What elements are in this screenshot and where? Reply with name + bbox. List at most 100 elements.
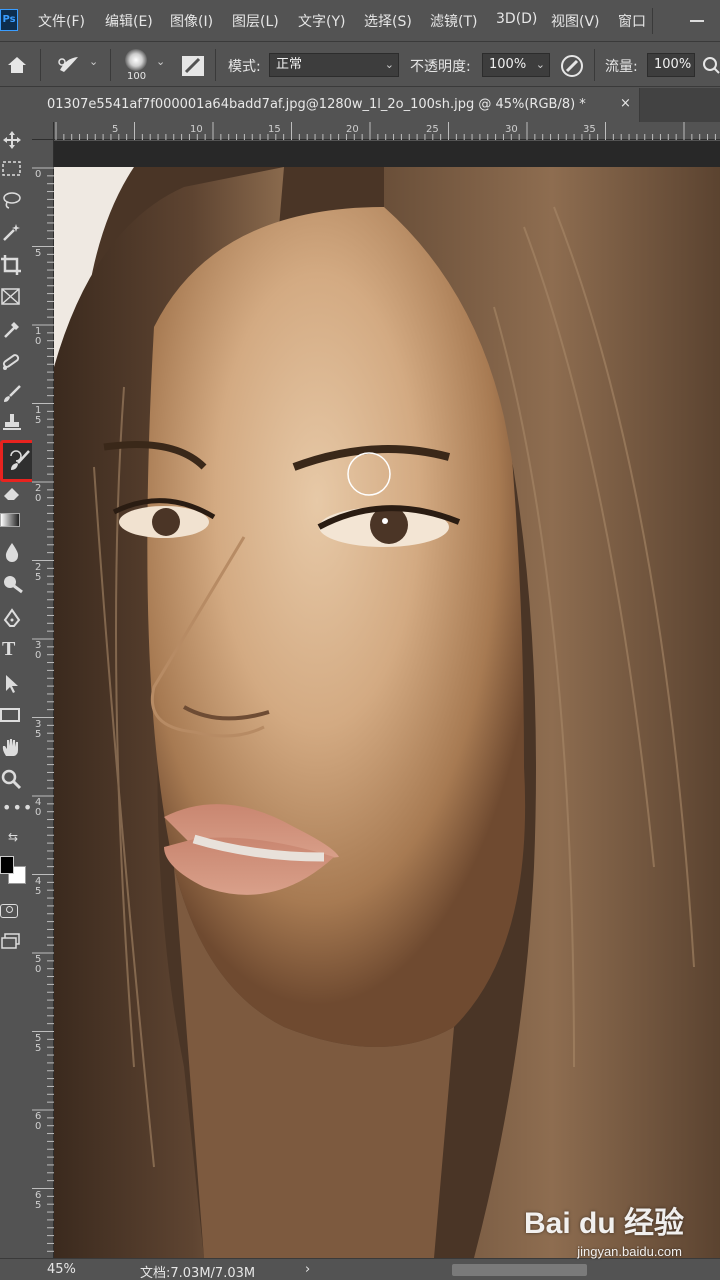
- menu-file[interactable]: 文件(F): [38, 11, 85, 31]
- opacity-value: 100%: [489, 57, 527, 72]
- status-bar: 45% 文档:7.03M/7.03M ›: [0, 1258, 720, 1280]
- ruler-horizontal-ticks: [55, 122, 716, 140]
- menu-3d[interactable]: 3D(D): [496, 11, 537, 27]
- photoshop-logo: Ps: [0, 9, 18, 31]
- ruler-left-label: 0: [35, 169, 42, 180]
- flow-input[interactable]: 100%: [647, 53, 695, 77]
- ruler-top-label: 30: [505, 124, 518, 135]
- brush-tip-icon[interactable]: [125, 49, 147, 71]
- ruler-left-label: 5 5: [35, 1032, 42, 1054]
- clone-stamp-tool-icon[interactable]: [2, 412, 22, 432]
- frame-tool-icon[interactable]: [0, 286, 22, 308]
- canvas-area[interactable]: [54, 141, 720, 1258]
- options-separator: [215, 49, 216, 81]
- options-separator: [110, 49, 111, 81]
- baidu-watermark-url: jingyan.baidu.com: [577, 1244, 682, 1259]
- menu-bar: Ps 文件(F) 编辑(E) 图像(I) 图层(L) 文字(Y) 选择(S) 滤…: [0, 0, 720, 42]
- ruler-vertical: 0 5 1 0 1 5 2 0 2 5 3 0 3 5 4 0 4 5 5 0 5 5 6 0 6 5: [32, 140, 54, 1258]
- history-brush-icon: [10, 450, 30, 470]
- blur-tool-icon[interactable]: [4, 542, 20, 562]
- ruler-left-label: 5: [35, 247, 42, 259]
- swap-colors-icon[interactable]: ⇆: [8, 830, 18, 844]
- ruler-left-label: 2 0: [35, 483, 42, 504]
- ruler-left-label: 6 5: [35, 1189, 42, 1211]
- document-tab-title: 01307e5541af7f000001a64badd7af.jpg@1280w…: [47, 97, 586, 112]
- foreground-color-swatch[interactable]: [0, 856, 14, 874]
- ruler-vertical-ticks: [32, 167, 54, 1252]
- home-icon[interactable]: [6, 55, 28, 75]
- quick-mask-icon[interactable]: [0, 904, 18, 918]
- ruler-top-label: 5: [112, 124, 119, 135]
- ruler-top-label: 20: [346, 124, 359, 135]
- ruler-left-label: 3 5: [35, 718, 42, 740]
- ruler-horizontal: 5 10 15 20 25 30 35: [54, 122, 720, 140]
- mode-label: 模式:: [228, 59, 261, 75]
- mode-chevron-down-icon: ⌄: [384, 58, 394, 71]
- menu-image[interactable]: 图像(I): [170, 11, 213, 31]
- airbrush-icon[interactable]: [702, 56, 720, 74]
- options-separator: [40, 49, 41, 81]
- opacity-label: 不透明度:: [410, 59, 471, 75]
- brush-tool-icon[interactable]: [2, 384, 22, 404]
- ruler-left-label: 4 0: [35, 797, 42, 818]
- flow-value: 100%: [654, 57, 692, 72]
- crop-tool-icon[interactable]: [0, 254, 22, 276]
- eraser-tool-icon[interactable]: [2, 484, 22, 502]
- menu-layer[interactable]: 图层(L): [232, 11, 279, 31]
- options-separator: [594, 49, 595, 81]
- menu-filter[interactable]: 滤镜(T): [430, 11, 477, 31]
- menu-separator: [652, 8, 653, 34]
- horizontal-scrollbar[interactable]: [452, 1264, 587, 1276]
- opacity-input[interactable]: 100% ⌄: [482, 53, 550, 77]
- ruler-top-label: 25: [426, 124, 439, 135]
- opacity-chevron-down-icon: ⌄: [535, 58, 545, 71]
- close-icon[interactable]: ×: [620, 96, 631, 111]
- menu-type[interactable]: 文字(Y): [298, 11, 345, 31]
- ruler-corner: [32, 122, 54, 140]
- dodge-tool-icon[interactable]: [2, 574, 24, 594]
- gradient-tool-icon[interactable]: [0, 513, 20, 527]
- mode-select-value: 正常: [276, 57, 303, 72]
- magic-wand-tool-icon[interactable]: [2, 222, 22, 242]
- screen-mode-icon[interactable]: [0, 932, 22, 952]
- menu-edit[interactable]: 编辑(E): [105, 11, 153, 31]
- brush-size-label: 100: [127, 71, 147, 82]
- more-tools-icon[interactable]: •••: [2, 798, 33, 817]
- menu-window[interactable]: 窗口: [618, 11, 646, 31]
- brush-settings-panel-icon[interactable]: [181, 55, 205, 77]
- ruler-left-label: 4 5: [35, 875, 42, 897]
- lasso-tool-icon[interactable]: [2, 190, 22, 210]
- portrait-photo[interactable]: [54, 167, 720, 1258]
- baidu-watermark: Bai du 经验: [523, 1207, 684, 1240]
- rectangle-tool-icon[interactable]: [0, 708, 20, 722]
- mode-select[interactable]: 正常 ⌄: [269, 53, 399, 77]
- preset-chevron-down-icon[interactable]: ⌄: [89, 55, 98, 68]
- menu-view[interactable]: 视图(V): [551, 11, 600, 31]
- options-bar: ⌄ 100 ⌄ 模式: 正常 ⌄ 不透明度: 100% ⌄ 流量: 100%: [0, 43, 720, 87]
- document-tab-bar: 01307e5541af7f000001a64badd7af.jpg@1280w…: [32, 88, 720, 122]
- menu-select[interactable]: 选择(S): [364, 11, 412, 31]
- eyedropper-tool-icon[interactable]: [2, 318, 22, 340]
- pressure-opacity-icon[interactable]: [560, 54, 584, 78]
- ruler-left-label: 2 5: [35, 561, 42, 583]
- path-selection-tool-icon[interactable]: [4, 674, 20, 694]
- ruler-left-label: 1 0: [35, 326, 42, 347]
- flow-label: 流量:: [605, 59, 638, 75]
- zoom-tool-icon[interactable]: [0, 768, 22, 790]
- window-minimize-icon[interactable]: [690, 20, 704, 22]
- document-tab[interactable]: 01307e5541af7f000001a64badd7af.jpg@1280w…: [32, 88, 640, 122]
- ruler-top-label: 10: [190, 124, 203, 135]
- zoom-level[interactable]: 45%: [47, 1262, 76, 1277]
- toolbox: T ••• ⇆: [0, 118, 40, 1258]
- ruler-left-label: 3 0: [35, 640, 42, 661]
- brush-size-chevron-icon[interactable]: ⌄: [156, 55, 165, 68]
- document-size: 文档:7.03M/7.03M: [140, 1266, 256, 1280]
- healing-brush-tool-icon[interactable]: [0, 350, 22, 372]
- hand-tool-icon[interactable]: [0, 736, 22, 758]
- marquee-tool-icon[interactable]: [2, 160, 22, 178]
- move-tool-icon[interactable]: [2, 130, 22, 150]
- pen-tool-icon[interactable]: [2, 608, 22, 628]
- status-expand-arrow-icon[interactable]: ›: [305, 1262, 310, 1277]
- history-brush-preset-icon[interactable]: [56, 54, 82, 76]
- type-tool-icon[interactable]: T: [2, 638, 15, 661]
